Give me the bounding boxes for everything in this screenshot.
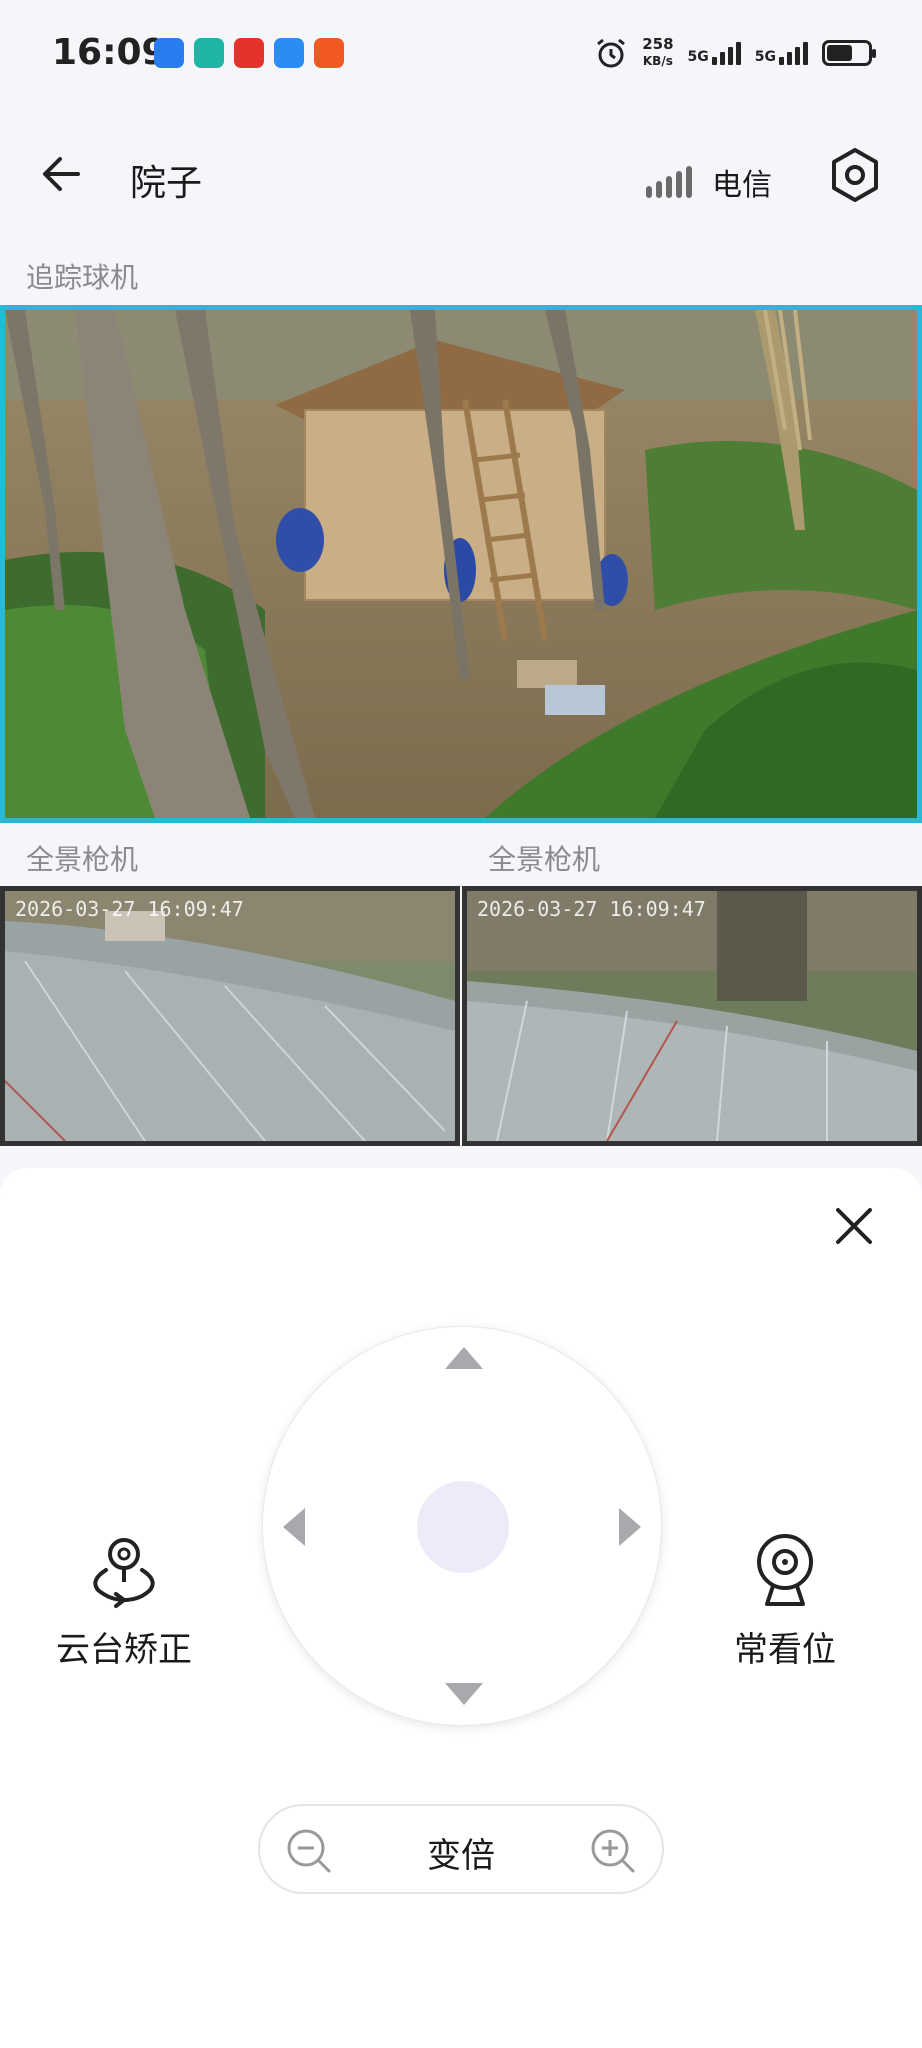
greenhouse-scene-image [467,891,917,1141]
notification-icons [154,38,344,68]
back-arrow-icon[interactable] [36,148,88,200]
alarm-icon [597,38,626,68]
zoom-control: 变倍 [258,1804,664,1894]
signal-bars-icon [779,41,808,65]
status-time: 16:09 [52,32,167,73]
status-bar: 16:09 258 KB/s 5G 5G [0,0,922,110]
favorite-position-label: 常看位 [734,1630,836,1670]
battery-icon [822,40,876,66]
signal-1: 5G [688,41,741,65]
app-notification-icon [314,38,344,68]
ptz-joystick[interactable] [262,1326,662,1726]
top-app-bar: 院子 电信 [0,110,922,236]
settings-icon[interactable] [826,146,884,204]
right-camera-label: 全景枪机 [488,843,601,876]
favorite-position-button[interactable]: 常看位 [734,1530,836,1671]
left-camera-label: 全景枪机 [26,843,139,876]
signal-2: 5G [755,41,808,65]
network-type: 5G [687,49,709,65]
app-notification-icon [194,38,224,68]
ptz-calibrate-label: 云台矫正 [56,1630,192,1670]
network-type: 5G [754,49,776,65]
carrier-signal: 电信 [646,160,772,204]
speed-value: 258 [642,35,674,53]
right-camera-feed[interactable]: 2026-03-27 16:09:47 [462,886,922,1146]
ptz-calibrate-button[interactable]: 云台矫正 [56,1530,192,1671]
zoom-in-icon[interactable] [588,1826,638,1876]
camera-timestamp: 2026-03-27 16:09:47 [477,897,706,921]
camera-scene-image [5,310,917,818]
main-camera-feed[interactable] [0,305,922,823]
speed-unit: KB/s [642,54,673,68]
pan-right-arrow-icon[interactable] [619,1508,641,1546]
pan-up-arrow-icon[interactable] [445,1347,483,1369]
location-rotate-icon [93,1538,155,1608]
pan-down-arrow-icon[interactable] [445,1683,483,1705]
main-camera-label: 追踪球机 [26,261,139,294]
page-title: 院子 [130,163,203,204]
greenhouse-scene-image [5,891,455,1141]
carrier-name: 电信 [712,168,772,203]
signal-strength-icon [646,166,692,198]
app-notification-icon [234,38,264,68]
signal-bars-icon [711,41,741,65]
camera-timestamp: 2026-03-27 16:09:47 [15,897,244,921]
app-notification-icon [274,38,304,68]
ptz-control-panel: 云台矫正 常看位 变倍 [0,1168,922,2048]
left-camera-feed[interactable]: 2026-03-27 16:09:47 [0,886,460,1146]
app-notification-icon [154,38,184,68]
close-icon[interactable] [826,1198,882,1254]
network-speed: 258 KB/s [642,36,673,70]
camera-icon [757,1534,813,1606]
joystick-center[interactable] [417,1481,509,1573]
pan-left-arrow-icon[interactable] [283,1508,305,1546]
